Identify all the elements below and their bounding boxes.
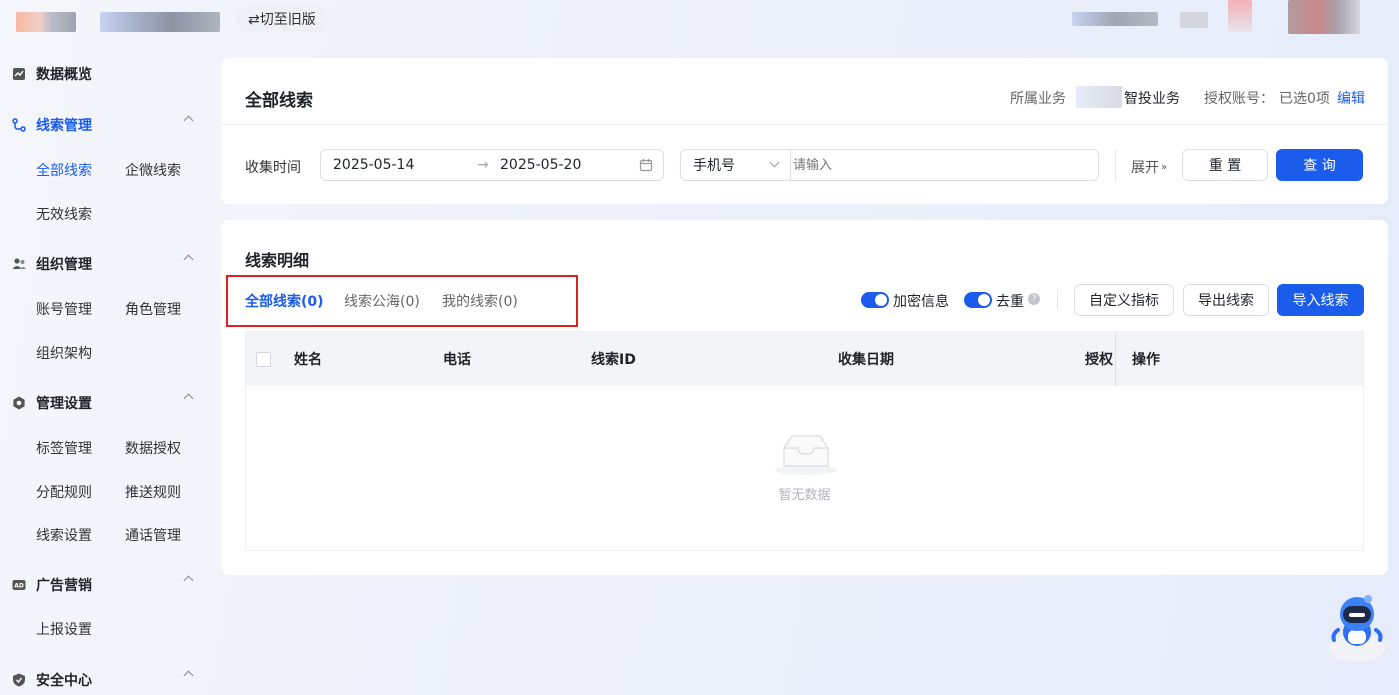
shield-icon [12,673,26,687]
business-value: 智投业务 [1124,91,1180,107]
chevron-up-icon [183,575,194,586]
empty-box-icon [774,432,838,480]
sidebar-item-wecom-clues[interactable]: 企微线索 [125,160,181,180]
sidebar-group-label: 安全中心 [36,673,92,689]
start-date[interactable]: 2025-05-14 [333,157,414,173]
divider [1115,150,1116,180]
filter-card: 全部线索 所属业务 智投业务 授权账号： 已选0项 编辑 收集时间 2025-0… [221,58,1388,204]
end-date[interactable]: 2025-05-20 [500,157,581,173]
chevron-up-icon [183,115,194,126]
select-all-checkbox[interactable] [256,352,271,367]
expand-toggle[interactable]: 展开 » [1131,157,1167,177]
search-group: 手机号 [680,149,1099,181]
import-button[interactable]: 导入线索 [1277,284,1364,316]
edit-link[interactable]: 编辑 [1337,88,1365,108]
brand-blurred [100,12,220,32]
user-info-blurred-2 [1180,12,1208,28]
column-phone: 电话 [443,352,471,368]
sidebar: 数据概览 线索管理 全部线索 企微线索 无效线索 组织管理 账号管理 角色管理 … [0,52,210,695]
sidebar-item-accounts[interactable]: 账号管理 [36,299,92,319]
search-input[interactable] [793,154,1093,176]
sidebar-item-push-rules[interactable]: 推送规则 [125,482,181,502]
query-button[interactable]: 查 询 [1276,149,1363,181]
divider [1057,289,1058,309]
sidebar-group-label: 管理设置 [36,396,92,412]
sidebar-item-invalid-clues[interactable]: 无效线索 [36,204,92,224]
sidebar-group-security[interactable]: 安全中心 [12,668,198,692]
empty-text: 暂无数据 [778,488,831,503]
chevron-up-icon [183,670,194,681]
detail-card: 线索明细 全部线索(0) 线索公海(0) 我的线索(0) 加密信息 去重 ? 自… [221,220,1388,575]
double-chevron-down-icon: » [1161,161,1168,173]
collect-time-label: 收集时间 [245,160,301,176]
sidebar-group-org-mgmt[interactable]: 组织管理 [12,252,198,276]
sidebar-group-settings[interactable]: 管理设置 [12,391,198,415]
settings-icon [12,396,26,410]
column-auth: 授权 [1085,352,1113,368]
sidebar-item-clue-settings[interactable]: 线索设置 [36,525,92,545]
business-label: 所属业务 [1010,91,1066,107]
avatar-blurred-2[interactable] [1288,0,1360,34]
tabs-highlight-box [226,275,578,327]
date-range-picker[interactable]: 2025-05-14 → 2025-05-20 [320,149,664,181]
auth-account-label: 授权账号： [1204,91,1274,107]
top-bar: ⇄切至旧版 [0,0,1399,42]
sidebar-item-assign-rules[interactable]: 分配规则 [36,482,92,502]
sidebar-item-call-mgmt[interactable]: 通话管理 [125,525,181,545]
encrypt-toggle[interactable] [861,292,889,308]
column-name: 姓名 [294,352,322,368]
dedupe-label: 去重 [996,294,1024,310]
auth-account-value: 已选0项 [1279,91,1330,107]
sidebar-item-tags[interactable]: 标签管理 [36,438,92,458]
chevron-up-icon [183,393,194,404]
column-divider [1115,332,1116,386]
sidebar-item-report-settings[interactable]: 上报设置 [36,619,92,639]
svg-text:AD: AD [14,583,24,590]
clue-flow-icon [12,118,26,132]
sidebar-group-ads[interactable]: AD 广告营销 [12,573,198,597]
assistant-robot-icon[interactable] [1328,590,1386,662]
page-title: 全部线索 [245,91,313,111]
user-info-blurred [1072,12,1158,26]
switch-old-label: ⇄切至旧版 [248,12,316,28]
sidebar-group-label: 线索管理 [36,118,92,134]
expand-label: 展开 [1131,160,1159,176]
sidebar-item-label: 数据概览 [36,67,92,83]
table-header: 姓名 电话 线索ID 收集日期 授权 操作 [246,332,1363,386]
column-collect-date: 收集日期 [838,352,894,368]
range-arrow-icon: → [477,157,489,173]
business-logo-blurred [1076,86,1122,108]
divider [221,124,1388,125]
field-select[interactable]: 手机号 [681,150,791,180]
avatar-blurred[interactable] [1228,0,1252,32]
sidebar-item-org-structure[interactable]: 组织架构 [36,343,92,363]
reset-button[interactable]: 重 置 [1182,149,1268,181]
chevron-up-icon [183,254,194,265]
chevron-down-icon [769,157,780,168]
column-actions: 操作 [1132,352,1160,368]
export-button[interactable]: 导出线索 [1183,284,1269,316]
sidebar-item-all-clues[interactable]: 全部线索 [36,160,92,180]
users-icon [12,257,26,271]
column-clue-id: 线索ID [591,352,636,368]
ad-icon: AD [12,578,26,592]
sidebar-group-label: 组织管理 [36,257,92,273]
dedupe-toggle[interactable] [964,292,992,308]
sidebar-item-data-auth[interactable]: 数据授权 [125,438,181,458]
sidebar-item-roles[interactable]: 角色管理 [125,299,181,319]
sidebar-group-clue-mgmt[interactable]: 线索管理 [12,113,198,137]
chart-icon [12,67,26,81]
custom-metrics-button[interactable]: 自定义指标 [1074,284,1174,316]
clue-table: 姓名 电话 线索ID 收集日期 授权 操作 暂无数据 [245,331,1364,551]
switch-old-version-button[interactable]: ⇄切至旧版 [236,5,328,33]
field-select-value: 手机号 [693,158,735,174]
section-title: 线索明细 [245,251,310,270]
sidebar-group-label: 广告营销 [36,578,92,594]
logo-blurred [16,12,76,32]
calendar-icon [639,158,653,176]
help-icon[interactable]: ? [1028,293,1040,305]
sidebar-item-data-overview[interactable]: 数据概览 [12,62,198,86]
encrypt-label: 加密信息 [893,294,949,310]
